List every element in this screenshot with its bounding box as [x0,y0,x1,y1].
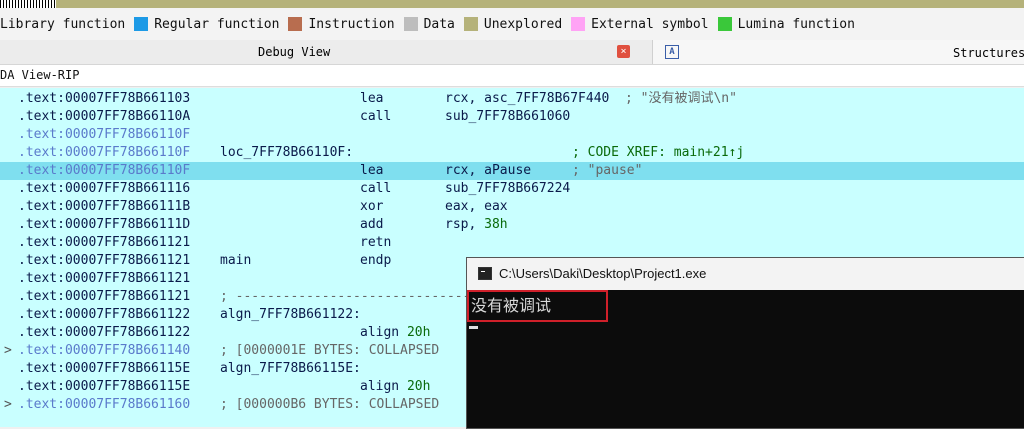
disasm-line[interactable]: .text:00007FF78B661103 lea rcx, asc_7FF78B… [0,90,1024,108]
legend-label: External symbol [591,16,709,32]
line-address[interactable]: .text:00007FF78B661121 [18,252,190,270]
line-address[interactable]: .text:00007FF78B661140 [18,342,190,360]
legend-label: Lumina function [737,16,855,32]
disasm-line[interactable]: .text:00007FF78B66111D add rsp, 38h [0,216,1024,234]
disasm-line[interactable]: .text:00007FF78B66110F lea rcx, aPause ; "p… [0,162,1024,180]
highlight-box [467,290,608,322]
legend-item: Instruction [288,16,395,32]
line-operands[interactable]: rcx, asc_7FF78B67F440 [445,90,609,108]
console-titlebar[interactable]: C:\Users\Daki\Desktop\Project1.exe [467,258,1024,290]
legend-item: Unexplored [463,16,563,32]
line-mnemonic[interactable]: add [360,216,383,234]
line-address[interactable]: .text:00007FF78B66111D [18,216,190,234]
line-label[interactable]: main [220,252,251,270]
line-address[interactable]: .text:00007FF78B66110A [18,108,190,126]
line-operands[interactable]: sub_7FF78B667224 [445,180,570,198]
line-address[interactable]: .text:00007FF78B66110F [18,126,190,144]
navigation-band[interactable] [0,0,1024,8]
legend-label: Unexplored [483,16,563,32]
legend-item: External symbol [571,16,709,32]
line-address[interactable]: .text:00007FF78B661103 [18,90,190,108]
legend-item: Data [403,16,455,32]
legend-swatch [463,17,478,31]
line-mnemonic[interactable]: lea [360,162,383,180]
line-operands[interactable]: rsp, 38h [445,216,508,234]
line-address[interactable]: .text:00007FF78B66111B [18,198,190,216]
disasm-line[interactable]: .text:00007FF78B661116 call sub_7FF78B6672… [0,180,1024,198]
line-address[interactable]: .text:00007FF78B661121 [18,288,190,306]
line-address[interactable]: .text:00007FF78B66110F [18,162,190,180]
line-mnemonic[interactable]: call [360,108,391,126]
line-mnemonic[interactable]: align 20h [360,378,430,396]
line-operands[interactable]: sub_7FF78B661060 [445,108,570,126]
tab-debug-view[interactable]: Debug View × [0,40,652,64]
legend-swatch [717,17,732,31]
line-address[interactable]: .text:00007FF78B661116 [18,180,190,198]
tab-structures[interactable]: A Structures [652,40,1024,64]
ida-view-title: DA View-RIP [0,65,1024,87]
line-mnemonic[interactable]: retn [360,234,391,252]
color-legend: Library function Regular function Instruct… [0,8,1024,40]
line-address[interactable]: .text:00007FF78B661160 [18,396,190,414]
disasm-line[interactable]: .text:00007FF78B66110F [0,126,1024,144]
line-address[interactable]: .text:00007FF78B661122 [18,324,190,342]
line-address[interactable]: .text:00007FF78B661121 [18,234,190,252]
line-mnemonic[interactable]: call [360,180,391,198]
legend-label: Instruction [308,16,395,32]
line-mnemonic[interactable]: endp [360,252,391,270]
line-address[interactable]: .text:00007FF78B661122 [18,306,190,324]
line-label[interactable]: algn_7FF78B66115E: [220,360,361,378]
line-label[interactable]: algn_7FF78B661122: [220,306,361,324]
disasm-line[interactable]: .text:00007FF78B66110A call sub_7FF78B6610… [0,108,1024,126]
console-title: C:\Users\Daki\Desktop\Project1.exe [499,266,707,281]
line-address[interactable]: .text:00007FF78B66110F [18,144,190,162]
line-mnemonic[interactable]: align 20h [360,324,430,342]
tab-structures-label: Structures [953,46,1024,60]
line-address[interactable]: .text:00007FF78B661121 [18,270,190,288]
line-mnemonic[interactable]: lea [360,90,383,108]
disasm-line[interactable]: .text:00007FF78B66111B xor eax, eax [0,198,1024,216]
close-icon[interactable]: × [617,45,630,58]
structures-icon: A [665,45,679,59]
line-comment[interactable]: ; "pause" [572,162,642,180]
line-address[interactable]: .text:00007FF78B66115E [18,378,190,396]
legend-swatch [134,17,149,31]
legend-item: Regular function [134,17,279,32]
legend-item: Library function [0,17,125,32]
line-address[interactable]: .text:00007FF78B66115E [18,360,190,378]
line-operands[interactable]: rcx, aPause [445,162,531,180]
line-comment[interactable]: ; CODE XREF: main+21↑j [572,144,744,162]
legend-swatch [403,17,418,31]
console-app-icon [478,267,492,280]
legend-label: Library function [0,16,126,32]
legend-label: Data [423,16,455,32]
line-label[interactable]: loc_7FF78B66110F: [220,144,353,162]
expand-arrow-icon[interactable]: > [4,342,12,360]
disasm-line[interactable]: .text:00007FF78B66110F loc_7FF78B66110F:;… [0,144,1024,162]
tab-debug-view-label: Debug View [258,45,331,59]
legend-label: Regular function [154,16,280,32]
line-label[interactable]: ; [000000B6 BYTES: COLLAPSED [220,396,439,414]
navigation-band-ticks [0,0,56,8]
disasm-line[interactable]: .text:00007FF78B661121 retn [0,234,1024,252]
line-comment[interactable]: ; "没有被调试\n" [625,90,737,108]
line-mnemonic[interactable]: xor [360,198,383,216]
tab-bar: Debug View × A Structures [0,40,1024,65]
legend-item: Lumina function [717,16,855,32]
legend-swatch [571,17,586,31]
line-label[interactable]: ; [0000001E BYTES: COLLAPSED [220,342,439,360]
expand-arrow-icon[interactable]: > [4,396,12,414]
line-operands[interactable]: eax, eax [445,198,508,216]
legend-swatch [288,17,303,31]
console-window[interactable]: C:\Users\Daki\Desktop\Project1.exe 没有被调试 [466,257,1024,429]
console-cursor [469,326,478,329]
